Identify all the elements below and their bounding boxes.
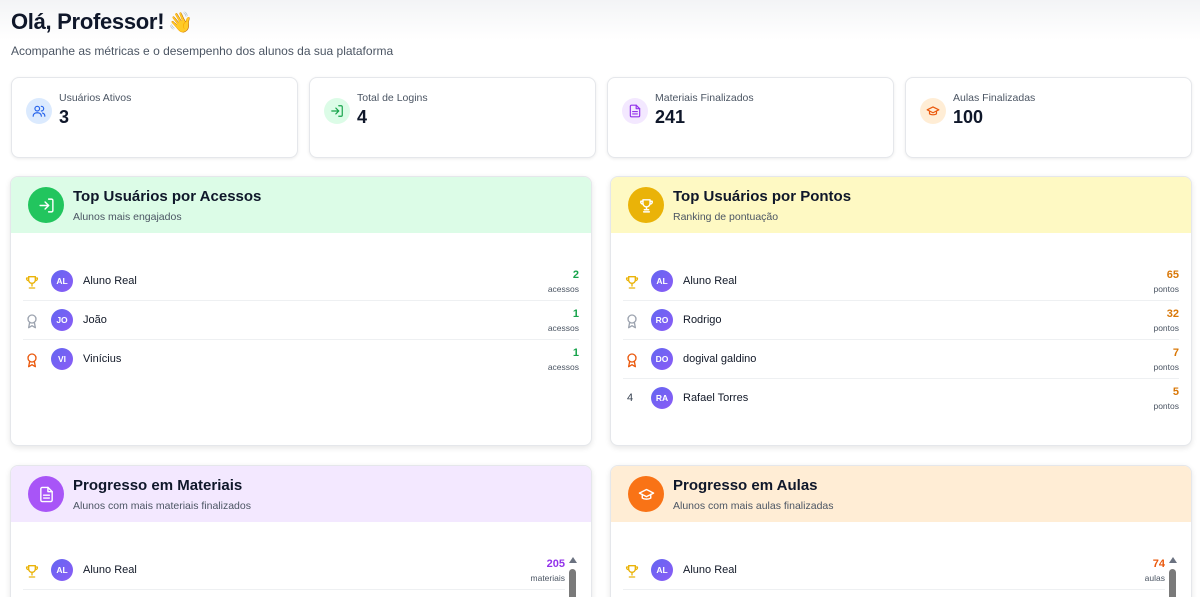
stat-value: 4	[357, 107, 368, 127]
list-item: AL Aluno Real 74 aulas	[623, 551, 1165, 590]
list-item: RO Rodrigo 32 pontos	[623, 301, 1179, 340]
metric-unit: pontos	[1153, 323, 1179, 333]
graduation-cap-icon	[628, 476, 664, 512]
user-name: Vinícius	[83, 353, 122, 365]
user-name: Aluno Real	[83, 275, 137, 287]
trophy-icon	[628, 187, 664, 223]
scroll-up-arrow[interactable]	[569, 557, 577, 563]
metric-value: 7	[1172, 347, 1179, 359]
trophy-icon	[23, 273, 41, 291]
medal-bronze-icon	[23, 351, 41, 369]
metric-value: 205	[546, 558, 565, 570]
avatar: RA	[651, 387, 673, 409]
user-name: Aluno Real	[683, 564, 737, 576]
metric-unit: pontos	[1153, 284, 1179, 294]
stat-label: Usuários Ativos	[59, 92, 132, 104]
metric-unit: acessos	[547, 284, 579, 294]
page-subtitle: Acompanhe as métricas e o desempenho dos…	[11, 44, 394, 58]
stat-value: 241	[655, 107, 686, 127]
panel-title: Top Usuários por Acessos	[73, 188, 262, 205]
metric-value: 32	[1166, 308, 1179, 320]
metric-unit: materiais	[530, 573, 565, 583]
graduation-cap-icon	[920, 98, 946, 124]
metric-value: 1	[572, 308, 579, 320]
panel-header: Progresso em Aulas Alunos com mais aulas…	[611, 466, 1191, 522]
medal-silver-icon	[23, 312, 41, 330]
wave-emoji: 👋	[168, 12, 193, 34]
list-item: DO dogival galdino 7 pontos	[623, 340, 1179, 379]
login-icon	[324, 98, 350, 124]
greeting-text: Olá, Professor!	[11, 9, 165, 34]
avatar: DO	[651, 348, 673, 370]
list-item: AL Aluno Real 65 pontos	[623, 262, 1179, 301]
stat-card-materiais-finalizados: Materiais Finalizados 241	[607, 77, 894, 158]
list-item: AL Aluno Real 2 acessos	[23, 262, 579, 301]
avatar: AL	[651, 559, 673, 581]
panel-title: Progresso em Materiais	[73, 477, 243, 494]
panel-subtitle: Ranking de pontuação	[673, 211, 779, 223]
metric-value: 5	[1172, 386, 1179, 398]
panel-header: Top Usuários por Acessos Alunos mais eng…	[11, 177, 591, 233]
avatar: JO	[51, 309, 73, 331]
stat-card-aulas-finalizadas: Aulas Finalizadas 100	[905, 77, 1192, 158]
avatar: RO	[651, 309, 673, 331]
user-name: dogival galdino	[683, 353, 757, 365]
metric-unit: aulas	[1144, 573, 1165, 583]
panel-subtitle: Alunos com mais materiais finalizados	[73, 500, 251, 512]
medal-bronze-icon	[623, 351, 641, 369]
metric-unit: pontos	[1153, 362, 1179, 372]
metric-value: 65	[1166, 269, 1179, 281]
stat-label: Aulas Finalizadas	[953, 92, 1036, 104]
trophy-icon	[623, 273, 641, 291]
avatar: VI	[51, 348, 73, 370]
panel-top-pontos: Top Usuários por Pontos Ranking de pontu…	[610, 176, 1192, 446]
user-name: Aluno Real	[683, 275, 737, 287]
metric-value: 1	[572, 347, 579, 359]
user-name: Aluno Real	[83, 564, 137, 576]
stat-value: 3	[59, 107, 70, 127]
trophy-icon	[623, 562, 641, 580]
panel-progresso-materiais: Progresso em Materiais Alunos com mais m…	[10, 465, 592, 597]
rank-number: 4	[627, 392, 634, 404]
stat-card-usuarios-ativos: Usuários Ativos 3	[11, 77, 298, 158]
list-item: AL Aluno Real 205 materiais	[23, 551, 565, 590]
stat-label: Materiais Finalizados	[655, 92, 754, 104]
list-item: 4 RA Rafael Torres 5 pontos	[623, 379, 1179, 418]
document-icon	[28, 476, 64, 512]
stat-card-total-logins: Total de Logins 4	[309, 77, 596, 158]
metric-unit: acessos	[547, 362, 579, 372]
panel-subtitle: Alunos mais engajados	[73, 211, 182, 223]
avatar: AL	[651, 270, 673, 292]
panel-subtitle: Alunos com mais aulas finalizadas	[673, 500, 834, 512]
stat-value: 100	[953, 107, 984, 127]
avatar: AL	[51, 270, 73, 292]
metric-unit: acessos	[547, 323, 579, 333]
page-title: Olá, Professor! 👋	[11, 9, 193, 35]
panel-title: Progresso em Aulas	[673, 477, 818, 494]
metric-unit: pontos	[1153, 401, 1179, 411]
medal-silver-icon	[623, 312, 641, 330]
scrollbar-thumb[interactable]	[569, 569, 576, 597]
avatar: AL	[51, 559, 73, 581]
user-name: Rafael Torres	[683, 392, 749, 404]
user-name: Rodrigo	[683, 314, 722, 326]
scrollbar-thumb[interactable]	[1169, 569, 1176, 597]
metric-value: 74	[1152, 558, 1165, 570]
list-item: VI Vinícius 1 acessos	[23, 340, 579, 379]
users-icon	[26, 98, 52, 124]
panel-top-acessos: Top Usuários por Acessos Alunos mais eng…	[10, 176, 592, 446]
trophy-icon	[23, 562, 41, 580]
metric-value: 2	[572, 269, 579, 281]
scroll-up-arrow[interactable]	[1169, 557, 1177, 563]
panel-title: Top Usuários por Pontos	[673, 188, 852, 205]
panel-header: Top Usuários por Pontos Ranking de pontu…	[611, 177, 1191, 233]
user-name: João	[83, 314, 107, 326]
document-icon	[622, 98, 648, 124]
login-icon	[28, 187, 64, 223]
panel-progresso-aulas: Progresso em Aulas Alunos com mais aulas…	[610, 465, 1192, 597]
list-item: JO João 1 acessos	[23, 301, 579, 340]
stat-label: Total de Logins	[357, 92, 428, 104]
panel-header: Progresso em Materiais Alunos com mais m…	[11, 466, 591, 522]
